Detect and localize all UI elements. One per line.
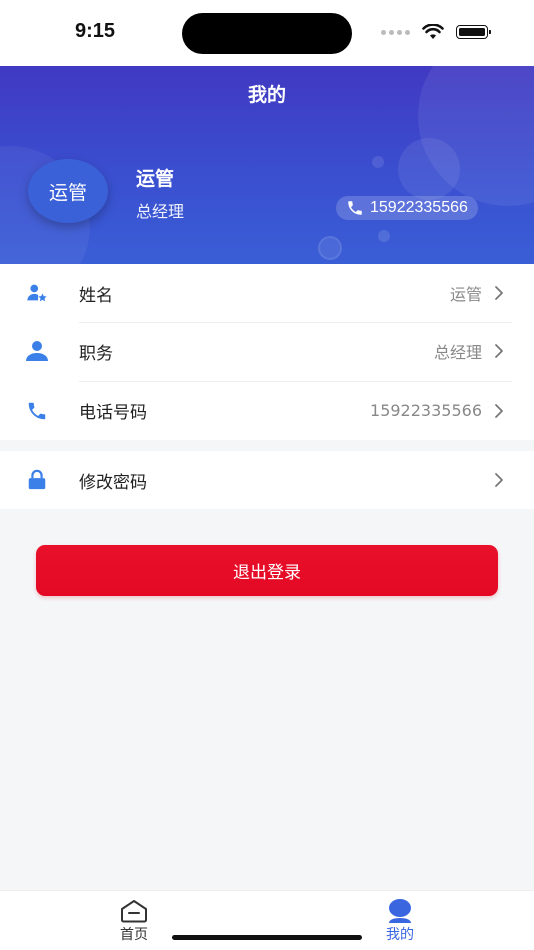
tab-home[interactable]: 首页 bbox=[94, 899, 174, 944]
row-value: 15922335566 bbox=[370, 401, 482, 420]
status-indicators bbox=[381, 22, 491, 42]
page-title: 我的 bbox=[247, 84, 286, 106]
user-tag-icon bbox=[25, 281, 49, 305]
home-indicator bbox=[172, 935, 362, 940]
chevron-right-icon bbox=[492, 401, 506, 421]
row-label: 电话号码 bbox=[79, 403, 147, 423]
chevron-right-icon bbox=[492, 341, 506, 361]
profile-info-card: 姓名 运管 职务 总经理 电话号码 15922335566 bbox=[0, 264, 534, 440]
signal-icon bbox=[381, 29, 410, 35]
dynamic-island bbox=[182, 13, 352, 54]
lock-icon bbox=[25, 468, 49, 492]
row-label: 修改密码 bbox=[79, 472, 147, 493]
logout-button[interactable]: 退出登录 bbox=[36, 545, 498, 596]
wifi-icon bbox=[422, 24, 444, 39]
phone-icon bbox=[348, 201, 362, 215]
tab-mine[interactable]: 我的 bbox=[360, 899, 440, 944]
row-label: 姓名 bbox=[79, 285, 113, 306]
phone-icon bbox=[25, 399, 49, 423]
battery-icon bbox=[456, 25, 491, 39]
status-bar: 9:15 bbox=[0, 0, 534, 66]
tab-bar: 首页 我的 bbox=[0, 890, 534, 950]
chevron-right-icon bbox=[492, 470, 506, 490]
status-time: 9:15 bbox=[75, 20, 116, 42]
row-value: 运管 bbox=[449, 285, 482, 304]
chevron-right-icon bbox=[492, 283, 506, 303]
row-name[interactable]: 姓名 运管 bbox=[0, 264, 534, 322]
profile-icon bbox=[389, 899, 411, 923]
row-position[interactable]: 职务 总经理 bbox=[0, 322, 534, 380]
security-card: 修改密码 bbox=[0, 451, 534, 509]
home-icon bbox=[121, 900, 147, 923]
user-name: 运管 bbox=[136, 168, 175, 190]
row-change-password[interactable]: 修改密码 bbox=[0, 451, 534, 509]
user-icon bbox=[25, 339, 49, 363]
profile-header: 我的 运管 运管 总经理 15922335566 bbox=[0, 66, 534, 264]
header-phone: 15922335566 bbox=[370, 199, 468, 216]
user-role: 总经理 bbox=[136, 202, 185, 221]
row-label: 职务 bbox=[79, 343, 113, 364]
tab-label: 我的 bbox=[386, 927, 414, 943]
row-phone[interactable]: 电话号码 15922335566 bbox=[0, 381, 534, 440]
row-value: 总经理 bbox=[433, 343, 482, 362]
avatar[interactable]: 运管 bbox=[28, 159, 108, 223]
tab-label: 首页 bbox=[120, 927, 148, 943]
phone-chip: 15922335566 bbox=[336, 196, 478, 220]
